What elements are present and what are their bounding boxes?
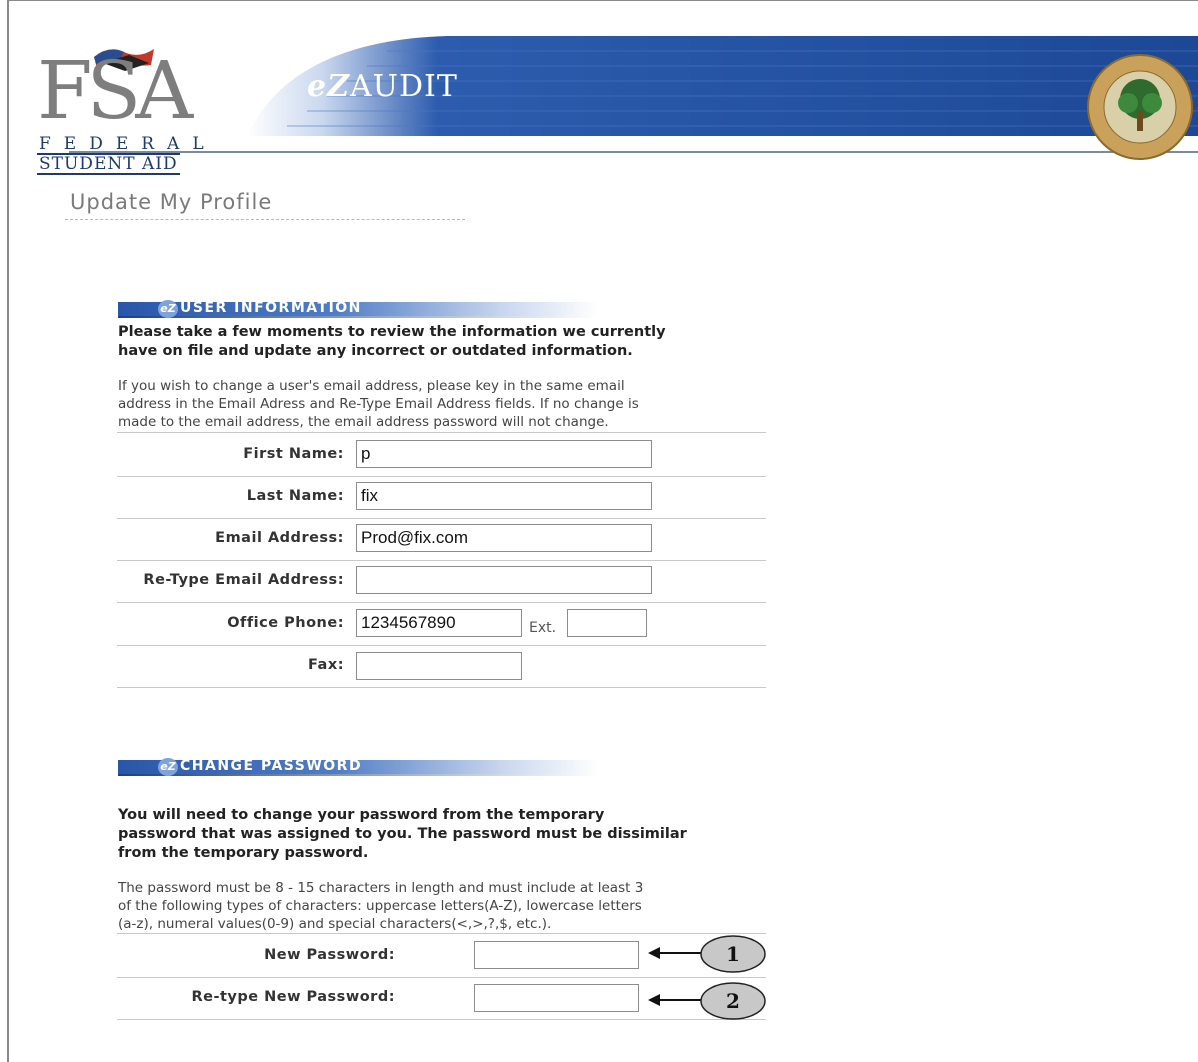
retype-email-label: Re-Type Email Address: — [143, 572, 344, 588]
email-input[interactable] — [356, 524, 652, 552]
note-line: made to the email address, the email add… — [118, 414, 609, 430]
first-name-row: First Name: — [117, 434, 766, 477]
retype-email-input[interactable] — [356, 566, 652, 594]
callout-number: 2 — [726, 989, 740, 1013]
intro-line: from the temporary password. — [118, 845, 369, 861]
logo-student-aid: STUDENT AID — [37, 153, 180, 175]
callout-2: 2 — [700, 982, 766, 1020]
section-label: CHANGE PASSWORD — [180, 758, 363, 774]
fax-input[interactable] — [356, 652, 522, 680]
email-label: Email Address: — [215, 530, 344, 546]
fax-row: Fax: — [117, 645, 766, 688]
fsa-logo: FSA FEDERAL STUDENT AID — [37, 41, 217, 176]
office-phone-input[interactable] — [356, 609, 522, 637]
ez-badge-icon: eZ — [158, 300, 178, 318]
fax-label: Fax: — [308, 657, 344, 673]
new-password-label: New Password: — [264, 947, 395, 963]
office-phone-row: Office Phone: Ext. — [117, 603, 766, 646]
callout-1: 1 — [700, 935, 766, 973]
email-row: Email Address: — [117, 518, 766, 561]
retype-password-label: Re-type New Password: — [191, 989, 395, 1005]
last-name-row: Last Name: — [117, 476, 766, 519]
department-seal-icon — [1087, 54, 1193, 160]
app-title: eZAUDIT — [307, 69, 458, 104]
password-top-divider — [117, 933, 766, 934]
section-label: USER INFORMATION — [180, 300, 362, 316]
rules-line: of the following types of characters: up… — [118, 898, 642, 914]
note-line: address in the Email Adress and Re-Type … — [118, 396, 639, 412]
intro-line: password that was assigned to you. The p… — [118, 826, 687, 842]
app-prefix: eZ — [307, 69, 350, 104]
ez-badge-icon: eZ — [158, 758, 178, 776]
retype-password-input[interactable] — [474, 984, 639, 1012]
intro-line: have on file and update any incorrect or… — [118, 343, 633, 359]
user-info-intro: Please take a few moments to review the … — [118, 323, 666, 361]
banner-rule — [69, 151, 1198, 153]
logo-federal: FEDERAL — [39, 134, 217, 154]
phone-ext-input[interactable] — [567, 609, 647, 637]
ext-label: Ext. — [529, 620, 557, 636]
rules-line: The password must be 8 - 15 characters i… — [118, 880, 644, 896]
last-name-label: Last Name: — [246, 488, 344, 504]
change-password-header: eZ CHANGE PASSWORD — [118, 756, 598, 778]
new-password-input[interactable] — [474, 941, 639, 969]
callout-number: 1 — [726, 942, 740, 966]
rules-line: (a-z), numeral values(0-9) and special c… — [118, 916, 552, 932]
last-name-input[interactable] — [356, 482, 652, 510]
retype-email-row: Re-Type Email Address: — [117, 560, 766, 603]
logo-letters: FSA — [37, 44, 193, 137]
password-rules: The password must be 8 - 15 characters i… — [118, 879, 643, 933]
form-top-divider — [117, 432, 766, 433]
first-name-input[interactable] — [356, 440, 652, 468]
intro-line: Please take a few moments to review the … — [118, 324, 666, 340]
intro-line: You will need to change your password fr… — [118, 807, 605, 823]
user-information-header: eZ USER INFORMATION — [118, 298, 598, 320]
password-intro: You will need to change your password fr… — [118, 806, 687, 863]
title-divider — [65, 219, 465, 220]
first-name-label: First Name: — [243, 446, 344, 462]
header: FSA FEDERAL STUDENT AID eZAUDIT — [9, 1, 1198, 176]
app-name: AUDIT — [350, 69, 458, 104]
note-line: If you wish to change a user's email add… — [118, 378, 625, 394]
arrow-left-icon — [648, 947, 702, 959]
arrow-left-icon — [648, 994, 702, 1006]
office-phone-label: Office Phone: — [227, 615, 344, 631]
page-title: Update My Profile — [70, 190, 273, 214]
user-info-note: If you wish to change a user's email add… — [118, 377, 639, 431]
